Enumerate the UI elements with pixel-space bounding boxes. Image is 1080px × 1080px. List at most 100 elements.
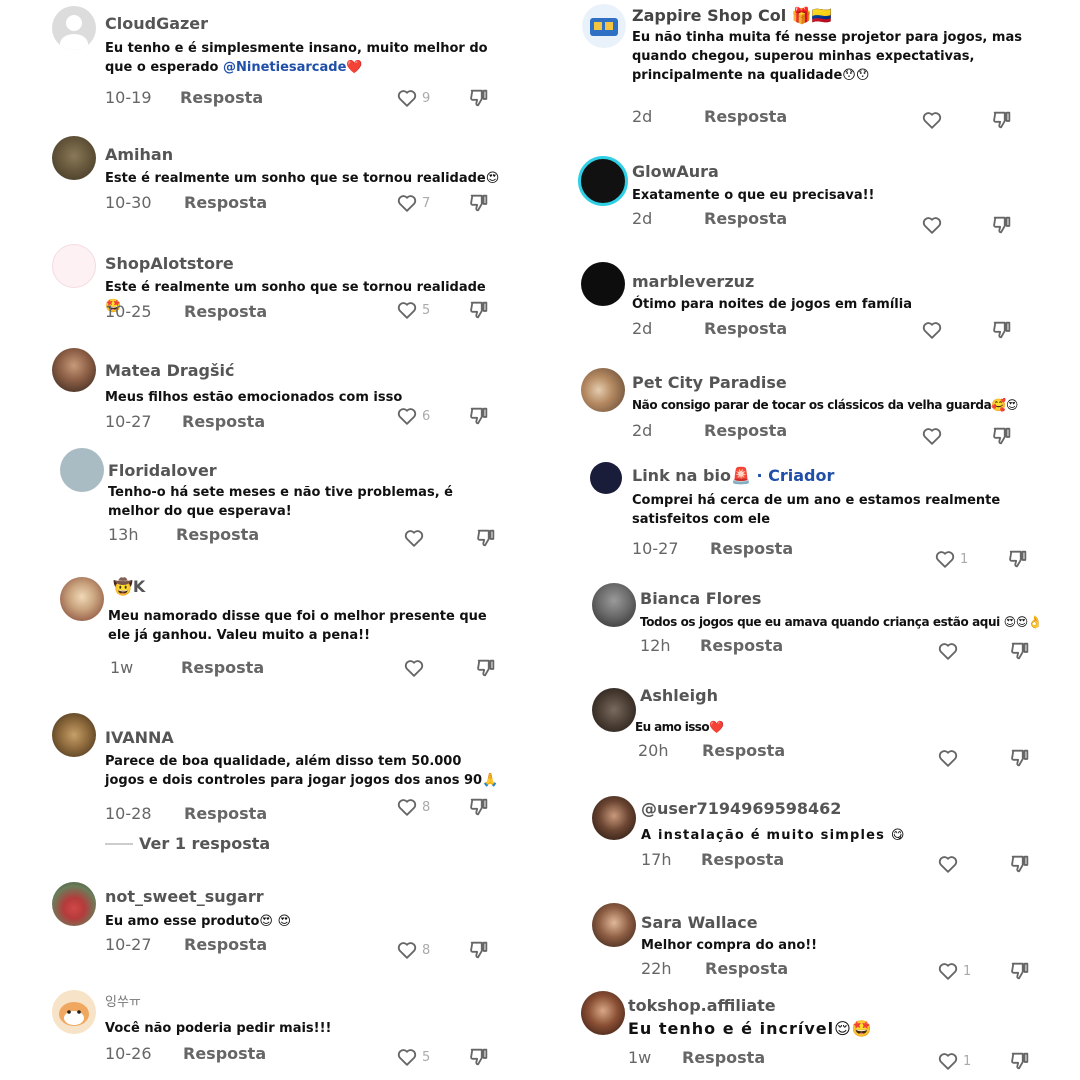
avatar[interactable] (52, 6, 96, 50)
avatar[interactable] (592, 688, 636, 732)
username[interactable]: not_sweet_sugarr (105, 887, 264, 906)
reply-button[interactable]: Resposta (184, 302, 267, 321)
reply-button[interactable]: Resposta (701, 850, 784, 869)
comment-date: 13h (108, 525, 139, 544)
avatar[interactable] (52, 882, 96, 926)
avatar[interactable] (581, 262, 625, 306)
avatar[interactable] (581, 368, 625, 412)
username[interactable]: 잉쑤ㅠ (105, 991, 141, 1010)
avatar[interactable] (60, 448, 104, 492)
dislike-icon[interactable] (1009, 747, 1031, 769)
like-button[interactable]: 1 (937, 1050, 971, 1072)
avatar[interactable] (60, 577, 104, 621)
like-button[interactable] (403, 527, 429, 549)
username[interactable]: Sara Wallace (641, 913, 758, 932)
like-button[interactable]: 8 (396, 939, 430, 961)
avatar[interactable] (52, 136, 96, 180)
username[interactable]: CloudGazer (105, 14, 208, 33)
dislike-icon[interactable] (1009, 1050, 1031, 1072)
like-button[interactable]: 5 (396, 299, 430, 321)
mention-link[interactable]: @Ninetiesarcade (223, 60, 346, 75)
dislike-icon[interactable] (468, 405, 490, 427)
avatar[interactable] (592, 583, 636, 627)
dislike-icon[interactable] (1009, 853, 1031, 875)
username[interactable]: GlowAura (632, 162, 719, 181)
dislike-icon[interactable] (468, 939, 490, 961)
dislike-icon[interactable] (468, 1046, 490, 1068)
comment-text: Melhor compra do ano!! (641, 938, 818, 953)
username[interactable]: ShopAlotstore (105, 254, 234, 273)
avatar[interactable] (581, 991, 625, 1035)
username[interactable]: Link na bio🚨 · Criador (632, 466, 834, 485)
dislike-icon[interactable] (991, 214, 1013, 236)
dislike-icon[interactable] (468, 299, 490, 321)
like-button[interactable]: 9 (396, 87, 430, 109)
reply-button[interactable]: Resposta (700, 636, 783, 655)
like-button[interactable] (937, 747, 963, 769)
like-button[interactable]: 8 (396, 796, 430, 818)
username[interactable]: Floridalover (108, 461, 217, 480)
username[interactable]: Bianca Flores (640, 589, 761, 608)
avatar[interactable] (592, 796, 636, 840)
reply-button[interactable]: Resposta (682, 1048, 765, 1067)
avatar[interactable] (52, 244, 96, 288)
reply-button[interactable]: Resposta (705, 959, 788, 978)
reply-button[interactable]: Resposta (710, 539, 793, 558)
username[interactable]: Amihan (105, 145, 173, 164)
like-button[interactable] (921, 214, 947, 236)
username[interactable]: tokshop.affiliate (628, 996, 776, 1015)
dislike-icon[interactable] (1009, 640, 1031, 662)
dislike-icon[interactable] (468, 796, 490, 818)
avatar[interactable] (582, 4, 626, 48)
dislike-icon[interactable] (1007, 548, 1029, 570)
comment-text: Exatamente o que eu precisava!! (632, 188, 875, 203)
username[interactable]: 🤠K (113, 577, 145, 596)
like-button[interactable]: 1 (934, 548, 968, 570)
username[interactable]: Pet City Paradise (632, 373, 787, 392)
dislike-icon[interactable] (475, 657, 497, 679)
like-button[interactable] (921, 319, 947, 341)
avatar[interactable] (578, 156, 628, 206)
like-button[interactable]: 1 (937, 960, 971, 982)
reply-button[interactable]: Resposta (180, 88, 263, 107)
avatar[interactable] (52, 348, 96, 392)
reply-button[interactable]: Resposta (181, 658, 264, 677)
reply-button[interactable]: Resposta (184, 935, 267, 954)
reply-button[interactable]: Resposta (702, 741, 785, 760)
dislike-icon[interactable] (991, 425, 1013, 447)
view-replies-button[interactable]: Ver 1 resposta (105, 834, 270, 853)
like-button[interactable]: 7 (396, 192, 430, 214)
username[interactable]: @user7194969598462 (641, 799, 841, 818)
dislike-icon[interactable] (468, 87, 490, 109)
username[interactable]: IVANNA (105, 728, 174, 747)
like-button[interactable] (921, 425, 947, 447)
reply-button[interactable]: Resposta (182, 412, 265, 431)
avatar[interactable] (590, 462, 622, 494)
reply-button[interactable]: Resposta (183, 1044, 266, 1063)
reply-button[interactable]: Resposta (184, 193, 267, 212)
username[interactable]: Ashleigh (640, 686, 718, 705)
username[interactable]: Matea Dragšić (105, 361, 235, 380)
reply-button[interactable]: Resposta (184, 804, 267, 823)
reply-button[interactable]: Resposta (176, 525, 259, 544)
like-button[interactable] (403, 657, 429, 679)
like-button[interactable]: 5 (396, 1046, 430, 1068)
avatar[interactable] (52, 713, 96, 757)
dislike-icon[interactable] (475, 527, 497, 549)
avatar[interactable] (52, 990, 96, 1034)
like-button[interactable] (937, 640, 963, 662)
avatar[interactable] (592, 903, 636, 947)
comment-text: Eu amo esse produto😍 😍 (105, 914, 292, 929)
reply-button[interactable]: Resposta (704, 107, 787, 126)
username[interactable]: marbleverzuz (632, 272, 754, 291)
dislike-icon[interactable] (991, 109, 1013, 131)
dislike-icon[interactable] (1009, 960, 1031, 982)
reply-button[interactable]: Resposta (704, 209, 787, 228)
like-button[interactable] (937, 853, 963, 875)
reply-button[interactable]: Resposta (704, 319, 787, 338)
dislike-icon[interactable] (468, 192, 490, 214)
reply-button[interactable]: Resposta (704, 421, 787, 440)
like-button[interactable] (921, 109, 947, 131)
like-button[interactable]: 6 (396, 405, 430, 427)
dislike-icon[interactable] (991, 319, 1013, 341)
